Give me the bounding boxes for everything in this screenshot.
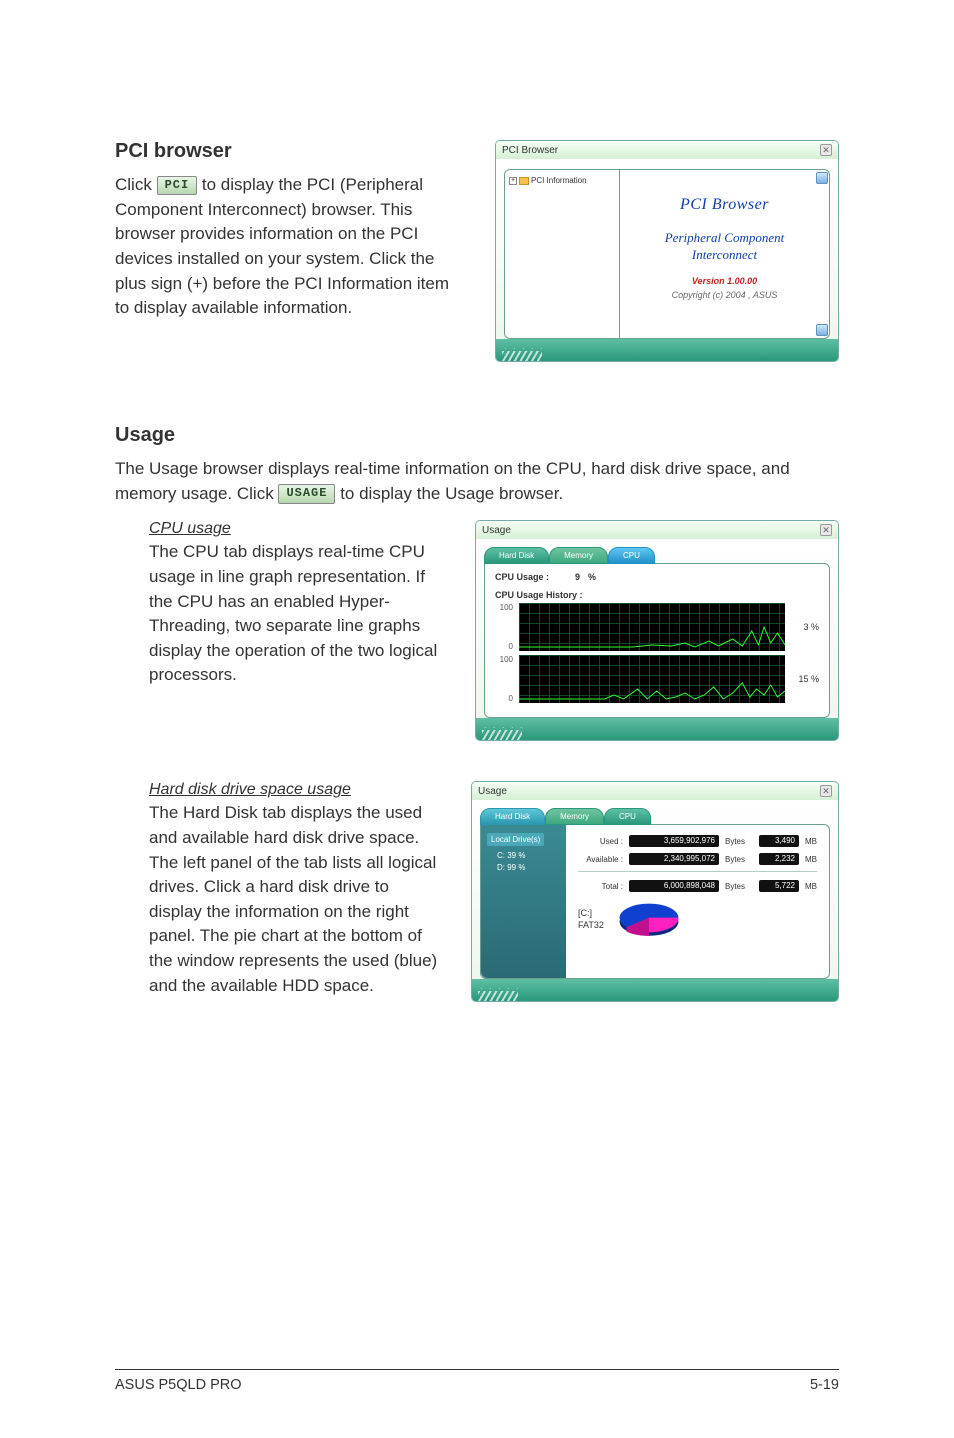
mb-unit: MB: [805, 837, 817, 846]
pci-browser-window: PCI Browser ✕ + PCI Information PCI Brow…: [495, 140, 839, 362]
cpu-history-label: CPU Usage History :: [495, 590, 819, 600]
pci-info-subtitle: Peripheral Component Interconnect: [630, 230, 819, 264]
tab-cpu[interactable]: CPU: [604, 808, 651, 825]
folder-icon: [519, 177, 529, 185]
scroll-up-icon[interactable]: [816, 172, 828, 184]
pci-browser-paragraph: Click PCI to display the PCI (Peripheral…: [115, 173, 465, 321]
cpu-usage-unit: %: [588, 572, 596, 582]
cpu-usage-subhead: CPU usage: [149, 520, 445, 538]
pci-copyright-label: Copyright (c) 2004 , ASUS: [630, 290, 819, 300]
usage-paragraph: The Usage browser displays real-time inf…: [115, 457, 839, 506]
available-bytes-value: 2,340,995,072: [629, 853, 719, 865]
footer-right: 5-19: [810, 1377, 839, 1393]
axis-0: 0: [495, 642, 513, 651]
mb-unit: MB: [805, 855, 817, 864]
window-footer: . . . . .: [472, 979, 838, 1001]
pie-chart-icon: [614, 898, 684, 940]
pie-drive-label: [C:]: [578, 907, 604, 920]
cpu-graph-2: [519, 655, 785, 703]
cpu-usage-paragraph: The CPU tab displays real-time CPU usage…: [149, 540, 445, 688]
expand-plus-icon[interactable]: +: [509, 177, 517, 185]
tab-memory[interactable]: Memory: [545, 808, 604, 825]
usage-hdd-window-titlebar: Usage ✕: [472, 782, 838, 800]
tab-hard-disk[interactable]: Hard Disk: [480, 808, 545, 825]
scroll-down-icon[interactable]: [816, 324, 828, 336]
cpu-graph1-axis: 100 0: [495, 603, 513, 651]
usage-tabs: Hard Disk Memory CPU: [484, 547, 830, 564]
cpu-graph-2-pct: 15 %: [791, 674, 819, 684]
total-label: Total :: [578, 882, 623, 891]
page-footer: ASUS P5QLD PRO 5-19: [115, 1377, 839, 1393]
bytes-unit: Bytes: [725, 837, 753, 846]
drive-d-item[interactable]: D: 99 %: [487, 862, 560, 874]
pci-para-post: to display the PCI (Peripheral Component…: [115, 175, 449, 317]
axis-0: 0: [495, 694, 513, 703]
pci-window-title-text: PCI Browser: [502, 145, 558, 156]
cpu-graph2-axis: 100 0: [495, 655, 513, 703]
mb-unit: MB: [805, 882, 817, 891]
usage-para-post: to display the Usage browser.: [340, 484, 563, 503]
resize-grip-icon[interactable]: [502, 351, 542, 361]
footer-dots-icon: . . . . .: [484, 720, 525, 730]
pci-window-titlebar: PCI Browser ✕: [496, 141, 838, 159]
usage-heading: Usage: [115, 424, 839, 447]
drive-list-root[interactable]: Local Drive(s): [487, 833, 544, 846]
bytes-unit: Bytes: [725, 882, 753, 891]
usage-inline-button-icon: USAGE: [278, 484, 335, 503]
tab-memory[interactable]: Memory: [549, 547, 608, 564]
available-mb-value: 2,232: [759, 853, 799, 865]
cpu-graph-1-pct: 3 %: [791, 622, 819, 632]
pci-info-pane: PCI Browser Peripheral Component Interco…: [620, 170, 829, 338]
cpu-graph-1: [519, 603, 785, 651]
pci-sub2: Interconnect: [692, 247, 757, 262]
resize-grip-icon[interactable]: [482, 730, 522, 740]
tab-hard-disk[interactable]: Hard Disk: [484, 547, 549, 564]
usage-cpu-window-title-text: Usage: [482, 525, 511, 536]
footer-dots-icon: . . . . .: [480, 981, 521, 991]
usage-tabs: Hard Disk Memory CPU: [480, 808, 830, 825]
usage-cpu-window-titlebar: Usage ✕: [476, 521, 838, 539]
footer-left: ASUS P5QLD PRO: [115, 1377, 242, 1393]
cpu-usage-value: 9: [575, 572, 580, 582]
bytes-unit: Bytes: [725, 855, 753, 864]
resize-grip-icon[interactable]: [478, 991, 518, 1001]
pci-tree-root-item[interactable]: + PCI Information: [509, 176, 615, 185]
window-footer: . . . . .: [476, 718, 838, 740]
used-bytes-value: 3,659,902,976: [629, 835, 719, 847]
usage-hdd-window: Usage ✕ Hard Disk Memory CPU Local Drive…: [471, 781, 839, 1002]
pci-info-title: PCI Browser: [630, 196, 819, 214]
tab-cpu[interactable]: CPU: [608, 547, 655, 564]
close-icon[interactable]: ✕: [820, 785, 832, 797]
total-bytes-value: 6,000,898,048: [629, 880, 719, 892]
hdd-info-pane: Used : 3,659,902,976 Bytes 3,490 MB Avai…: [566, 825, 829, 978]
pci-sub1: Peripheral Component: [665, 230, 785, 245]
close-icon[interactable]: ✕: [820, 144, 832, 156]
usage-hdd-window-title-text: Usage: [478, 786, 507, 797]
hdd-usage-subhead: Hard disk drive space usage: [149, 781, 441, 799]
hdd-usage-paragraph: The Hard Disk tab displays the used and …: [149, 801, 441, 998]
pci-browser-heading: PCI browser: [115, 140, 465, 163]
cpu-usage-label: CPU Usage :: [495, 572, 549, 582]
pci-tree-pane: + PCI Information: [505, 170, 620, 338]
pci-para-pre: Click: [115, 175, 157, 194]
footer-dots-icon: . . . . .: [504, 341, 545, 351]
pie-fs-label: FAT32: [578, 919, 604, 932]
pci-inline-button-icon: PCI: [157, 176, 198, 195]
divider: [578, 871, 817, 872]
available-label: Available :: [578, 855, 623, 864]
footer-rule: [115, 1369, 839, 1370]
usage-cpu-window: Usage ✕ Hard Disk Memory CPU CPU Usage :…: [475, 520, 839, 741]
used-mb-value: 3,490: [759, 835, 799, 847]
drive-c-item[interactable]: C: 39 %: [487, 850, 560, 862]
pci-tree-root-label: PCI Information: [531, 176, 587, 185]
axis-100: 100: [495, 603, 513, 612]
hdd-drive-list: Local Drive(s) C: 39 % D: 99 %: [481, 825, 566, 978]
pci-version-label: Version 1.00.00: [630, 276, 819, 286]
used-label: Used :: [578, 837, 623, 846]
axis-100: 100: [495, 655, 513, 664]
total-mb-value: 5,722: [759, 880, 799, 892]
window-footer: . . . . .: [496, 339, 838, 361]
close-icon[interactable]: ✕: [820, 524, 832, 536]
